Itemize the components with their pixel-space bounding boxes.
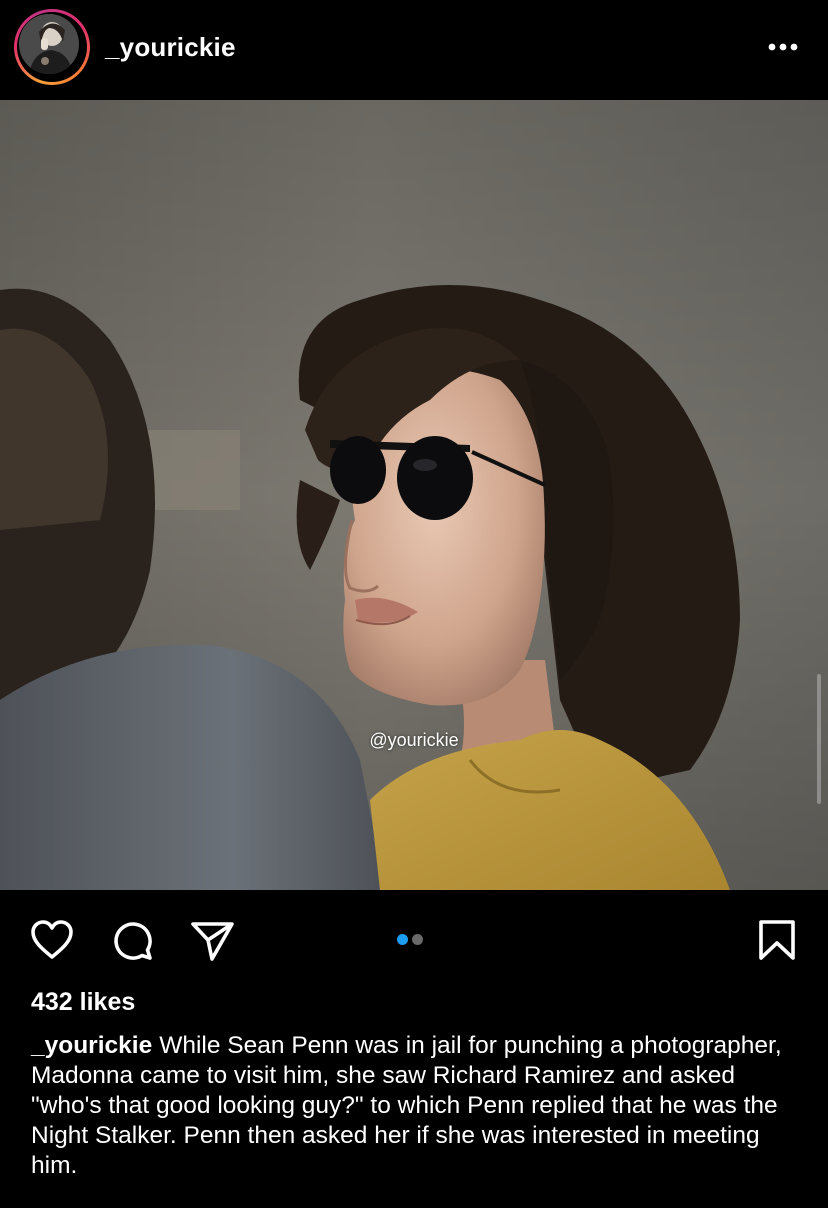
post-image[interactable]: @yourickie bbox=[0, 100, 828, 890]
carousel-indicator bbox=[397, 934, 427, 946]
paper-plane-icon bbox=[191, 922, 234, 961]
header-username[interactable]: _yourickie bbox=[105, 32, 236, 63]
comment-button[interactable] bbox=[107, 915, 157, 965]
heart-icon bbox=[31, 920, 73, 959]
avatar bbox=[19, 14, 79, 74]
like-button[interactable] bbox=[27, 915, 77, 965]
carousel-dot-active bbox=[397, 934, 408, 945]
post-caption: _yourickie While Sean Penn was in jail fo… bbox=[31, 1031, 801, 1181]
save-button[interactable] bbox=[752, 915, 802, 965]
bookmark-icon bbox=[759, 920, 795, 960]
likes-count[interactable]: 432 likes bbox=[31, 988, 135, 1017]
carousel-dot bbox=[412, 934, 423, 945]
scroll-indicator bbox=[817, 674, 821, 804]
more-horizontal-icon bbox=[768, 43, 798, 51]
avatar-image bbox=[19, 14, 79, 74]
post-photo bbox=[0, 100, 828, 890]
post-header: _yourickie bbox=[0, 0, 828, 100]
post-actions bbox=[0, 890, 828, 985]
more-options-button[interactable] bbox=[760, 33, 806, 61]
story-avatar-ring[interactable] bbox=[14, 9, 90, 85]
caption-username[interactable]: _yourickie bbox=[31, 1032, 152, 1059]
comment-icon bbox=[114, 922, 152, 960]
share-button[interactable] bbox=[187, 915, 237, 965]
